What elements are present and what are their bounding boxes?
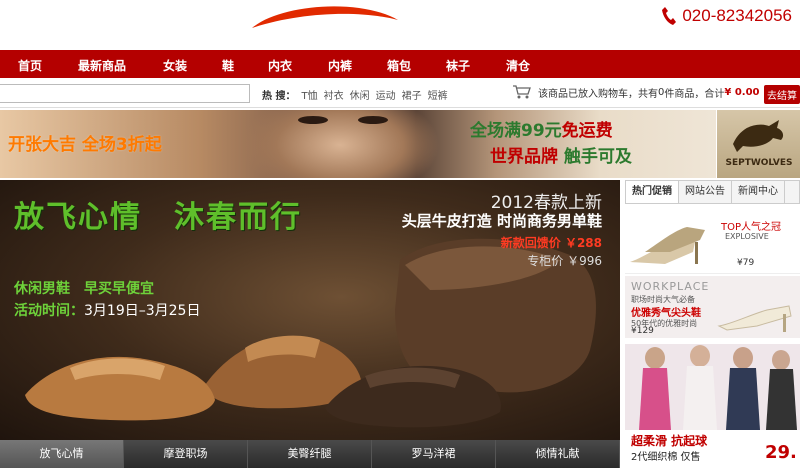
cart-total: ¥ 0.00 — [724, 86, 760, 98]
ad1-price: ¥79 — [737, 258, 755, 268]
models-image — [625, 344, 800, 430]
site-header: 020-82342056 — [0, 0, 800, 50]
nav-item-shoes[interactable]: 鞋 — [204, 57, 234, 74]
hero-tab-3[interactable]: 美臀纤腿 — [248, 440, 372, 468]
hero-tabs: 放飞心情 摩登职场 美臀纤腿 罗马洋裙 倾情礼献 — [0, 440, 620, 468]
nav-item-briefs[interactable]: 内裤 — [310, 57, 352, 74]
brand-name: SEPTWOLVES — [725, 158, 793, 168]
banner-model-face — [240, 110, 440, 178]
nav-item-socks[interactable]: 袜子 — [428, 57, 470, 74]
hero-line-2: 头层牛皮打造 时尚商务男单鞋 — [401, 212, 602, 230]
nav-item-clearance[interactable]: 清仓 — [488, 57, 530, 74]
phone-number: 020-82342056 — [661, 6, 792, 26]
phone-text: 020-82342056 — [682, 6, 792, 25]
hot-term[interactable]: 短裤 — [428, 87, 448, 102]
cart-text2: 件商品，合计 — [664, 88, 725, 100]
ad1-sub: EXPLOSIVE — [725, 232, 769, 241]
hero-slider[interactable]: 放飞心情 沐春而行 2012春款上新 头层牛皮打造 时尚商务男单鞋 新款回馈价 … — [0, 180, 620, 440]
nav-item-bags[interactable]: 箱包 — [369, 57, 411, 74]
hero-tab-4[interactable]: 罗马洋裙 — [372, 440, 496, 468]
top-banner[interactable]: 开张大吉 全场3折起 全场满99元免运费 世界品牌 触手可及 SEPTWOLVE… — [0, 110, 800, 178]
ad2-line2: 优雅秀气尖头鞋 — [631, 308, 701, 319]
hot-term[interactable]: 裙子 — [402, 87, 422, 102]
logo-swoosh[interactable] — [250, 2, 400, 30]
hero-tab-5[interactable]: 倾情礼献 — [496, 440, 620, 468]
hero-title: 放飞心情 沐春而行 — [14, 200, 302, 235]
banner-promo-left: 开张大吉 全场3折起 — [8, 135, 162, 155]
hot-search-label: 热 搜： — [262, 91, 296, 102]
ad3-line2: 2代细织棉 仅售 — [631, 452, 701, 463]
cart-icon[interactable] — [512, 84, 532, 100]
hero-counter-price: 专柜价 ￥996 — [527, 254, 602, 268]
cart-text: 该商品已放入购物车，共有 — [538, 88, 658, 100]
hero-left-line-1: 休闲男鞋 早买早便宜 — [14, 281, 154, 297]
hero-sale-price: 新款回馈价 ￥288 — [500, 236, 602, 250]
sidebar-ad-workplace[interactable]: WORKPLACE 职场时尚大气必备 优雅秀气尖头鞋 50年代的优雅时尚 ¥12… — [625, 276, 800, 338]
checkout-button[interactable]: 去结算 — [764, 85, 800, 104]
sidebar-tabs: 热门促销 网站公告 新闻中心 — [625, 180, 800, 204]
hot-term[interactable]: 运动 — [376, 87, 396, 102]
sub-bar: 热 搜： T恤 衬衣 休闲 运动 裙子 短裤 该商品已放入购物车，共有 0 件商… — [0, 80, 800, 108]
phone-icon — [662, 7, 677, 25]
hero-event-time: 活动时间：3月19日–3月25日 — [14, 303, 201, 319]
nav-item-new[interactable]: 最新商品 — [60, 57, 126, 74]
hero-tab-2[interactable]: 摩登职场 — [124, 440, 248, 468]
sidebar: 热门促销 网站公告 新闻中心 TOP人气之冠 EXPLOSIVE ¥79 WOR… — [625, 180, 800, 468]
ad1-title: TOP人气之冠 — [721, 222, 782, 233]
ad2-price: ¥129 — [631, 326, 654, 336]
banner-promo-right: 全场满99元免运费 世界品牌 触手可及 — [470, 121, 632, 167]
pumps-image — [717, 305, 792, 332]
hot-search: 热 搜： T恤 衬衣 休闲 运动 裙子 短裤 — [262, 87, 448, 102]
hot-term[interactable]: 休闲 — [350, 87, 370, 102]
sidebar-tab-notice[interactable]: 网站公告 — [679, 181, 732, 203]
hero-tab-1[interactable]: 放飞心情 — [0, 440, 124, 468]
sidebar-tab-news[interactable]: 新闻中心 — [732, 181, 785, 203]
sidebar-tab-promo[interactable]: 热门促销 — [626, 181, 679, 203]
wolf-logo-icon — [733, 120, 784, 152]
ad3-line1: 超柔滑 抗起球 — [631, 434, 708, 448]
search-input[interactable] — [0, 84, 250, 103]
cart-summary: 该商品已放入购物车，共有 0 件商品，合计 ¥ 0.00 — [512, 84, 760, 100]
ad2-title: WORKPLACE — [631, 280, 710, 293]
heels-image — [630, 227, 705, 264]
sidebar-ad-hosiery[interactable]: 超柔滑 抗起球 2代细织棉 仅售 29. — [625, 344, 800, 468]
main-nav: 首页 最新商品 女装 鞋 内衣 内裤 箱包 袜子 清仓 — [0, 50, 800, 78]
ad3-price: 29. — [765, 442, 797, 463]
nav-item-women[interactable]: 女装 — [145, 57, 187, 74]
hot-term[interactable]: 衬衣 — [324, 87, 344, 102]
nav-item-home[interactable]: 首页 — [0, 57, 42, 74]
hot-term[interactable]: T恤 — [301, 87, 317, 102]
sidebar-ad-heels[interactable]: TOP人气之冠 EXPLOSIVE ¥79 — [625, 208, 800, 274]
brand-logo-box[interactable]: SEPTWOLVES — [716, 110, 800, 178]
nav-item-underwear[interactable]: 内衣 — [250, 57, 292, 74]
